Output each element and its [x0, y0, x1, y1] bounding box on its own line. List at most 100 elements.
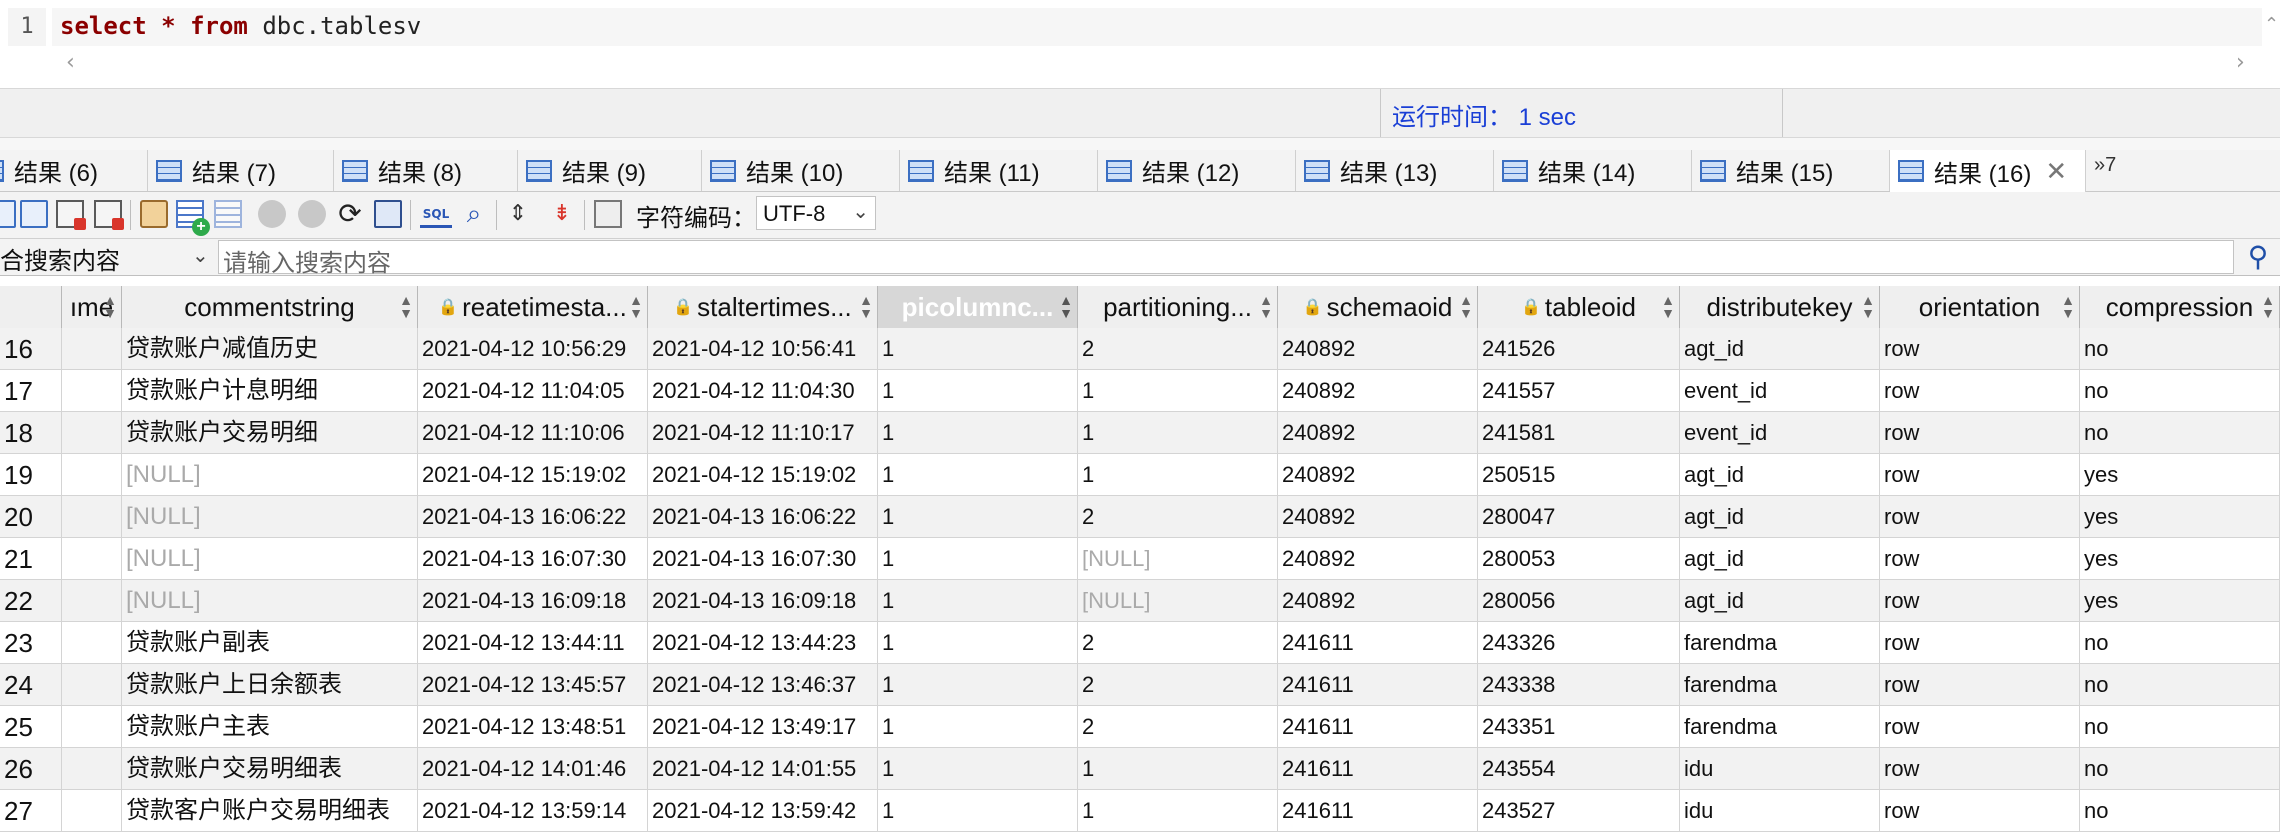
tab-result-7[interactable]: 结果 (7) — [148, 150, 334, 191]
cell-createtimestamp[interactable]: 2021-04-12 13:48:51 — [418, 706, 648, 748]
tab-result-9[interactable]: 结果 (9) — [518, 150, 702, 191]
cell-lastaltertimestamp[interactable]: 2021-04-12 10:56:41 — [648, 328, 878, 370]
screen-icon[interactable] — [374, 200, 402, 228]
tab-result-6[interactable]: 结果 (6) — [0, 150, 148, 191]
column-header-orientation[interactable]: orientation — [1880, 286, 2080, 328]
cell-compression[interactable]: no — [2080, 748, 2280, 790]
cell-lastaltertimestamp[interactable]: 2021-04-12 11:04:30 — [648, 370, 878, 412]
cell-orientation[interactable]: row — [1880, 580, 2080, 622]
cell-partitioning[interactable]: 2 — [1078, 706, 1278, 748]
cell-name[interactable] — [62, 370, 122, 412]
cell-tableoid[interactable]: 280047 — [1478, 496, 1680, 538]
cell-compression[interactable]: no — [2080, 706, 2280, 748]
sql-query[interactable]: select * from dbc.tablesv — [60, 12, 421, 40]
cell-picolumncount[interactable]: 1 — [878, 622, 1078, 664]
cell-commentstring[interactable]: [NULL] — [122, 538, 418, 580]
cell-tableoid[interactable]: 280053 — [1478, 538, 1680, 580]
cell-picolumncount[interactable]: 1 — [878, 496, 1078, 538]
cell-compression[interactable]: yes — [2080, 496, 2280, 538]
cell-distributekey[interactable]: idu — [1680, 748, 1880, 790]
cell-orientation[interactable]: row — [1880, 748, 2080, 790]
cell-distributekey[interactable]: agt_id — [1680, 538, 1880, 580]
table-row[interactable]: 17 贷款账户计息明细 2021-04-12 11:04:05 2021-04-12 … — [0, 370, 2280, 412]
sort-arrows-icon[interactable] — [859, 294, 873, 320]
result-grid[interactable]: ıme commentstring 🔒reatetimesta... 🔒stal… — [0, 286, 2280, 832]
cell-compression[interactable]: yes — [2080, 538, 2280, 580]
scroll-left-icon[interactable]: ‹ — [66, 50, 75, 75]
cell-partitioning[interactable]: 1 — [1078, 748, 1278, 790]
cell-name[interactable] — [62, 664, 122, 706]
cell-tableoid[interactable]: 241557 — [1478, 370, 1680, 412]
cell-distributekey[interactable]: farendma — [1680, 622, 1880, 664]
cell-distributekey[interactable]: agt_id — [1680, 328, 1880, 370]
cell-orientation[interactable]: row — [1880, 328, 2080, 370]
cell-commentstring[interactable]: 贷款账户计息明细 — [122, 370, 418, 412]
cell-createtimestamp[interactable]: 2021-04-13 16:06:22 — [418, 496, 648, 538]
cell-createtimestamp[interactable]: 2021-04-12 11:10:06 — [418, 412, 648, 454]
sort-arrows-icon[interactable] — [1861, 294, 1875, 320]
table-row[interactable]: 19 [NULL] 2021-04-12 15:19:02 2021-04-12 15… — [0, 454, 2280, 496]
table-row[interactable]: 23 贷款账户副表 2021-04-12 13:44:11 2021-04-12 13… — [0, 622, 2280, 664]
sort-icon[interactable]: ⇕ — [504, 200, 532, 228]
commit-icon[interactable] — [258, 200, 286, 228]
cell-compression[interactable]: yes — [2080, 580, 2280, 622]
cell-orientation[interactable]: row — [1880, 412, 2080, 454]
table-row[interactable]: 16 贷款账户减值历史 2021-04-12 10:56:29 2021-04-12 … — [0, 328, 2280, 370]
cell-picolumncount[interactable]: 1 — [878, 412, 1078, 454]
column-header-distributekey[interactable]: distributekey — [1680, 286, 1880, 328]
tab-result-8[interactable]: 结果 (8) — [334, 150, 518, 191]
cell-distributekey[interactable]: farendma — [1680, 664, 1880, 706]
cell-compression[interactable]: no — [2080, 790, 2280, 832]
cell-partitioning[interactable]: 2 — [1078, 496, 1278, 538]
tab-result-10[interactable]: 结果 (10) — [702, 150, 900, 191]
cell-distributekey[interactable]: event_id — [1680, 412, 1880, 454]
page-settings-icon[interactable] — [594, 200, 622, 228]
cell-distributekey[interactable]: idu — [1680, 790, 1880, 832]
cell-lastaltertimestamp[interactable]: 2021-04-12 11:10:17 — [648, 412, 878, 454]
column-header-compression[interactable]: compression — [2080, 286, 2280, 328]
table-row[interactable]: 20 [NULL] 2021-04-13 16:06:22 2021-04-13 16… — [0, 496, 2280, 538]
cell-partitioning[interactable]: 1 — [1078, 370, 1278, 412]
clear-sort-icon[interactable]: ⇟ — [548, 200, 576, 228]
column-header-tableoid[interactable]: 🔒 tableoid — [1478, 286, 1680, 328]
grid-view-icon[interactable] — [20, 200, 48, 228]
table-row[interactable]: 26 贷款账户交易明细表 2021-04-12 14:01:46 2021-04-12… — [0, 748, 2280, 790]
tab-result-16[interactable]: 结果 (16) ✕ — [1890, 150, 2086, 192]
cell-commentstring[interactable]: 贷款账户上日余额表 — [122, 664, 418, 706]
cell-schemaoid[interactable]: 240892 — [1278, 538, 1478, 580]
export-file-icon[interactable] — [94, 200, 124, 230]
cell-commentstring[interactable]: 贷款客户账户交易明细表 — [122, 790, 418, 832]
tab-overflow-button[interactable]: »7 — [2094, 154, 2116, 177]
delete-row-icon[interactable] — [214, 200, 242, 228]
cell-createtimestamp[interactable]: 2021-04-12 15:19:02 — [418, 454, 648, 496]
cell-schemaoid[interactable]: 241611 — [1278, 664, 1478, 706]
cell-schemaoid[interactable]: 240892 — [1278, 496, 1478, 538]
cell-partitioning[interactable]: [NULL] — [1078, 580, 1278, 622]
cell-commentstring[interactable]: 贷款账户交易明细 — [122, 412, 418, 454]
cell-commentstring[interactable]: [NULL] — [122, 496, 418, 538]
scroll-right-icon[interactable]: › — [2236, 50, 2245, 75]
refresh-icon[interactable]: ⟳ — [334, 200, 366, 228]
cell-name[interactable] — [62, 748, 122, 790]
table-row[interactable]: 27 贷款客户账户交易明细表 2021-04-12 13:59:14 2021-04-… — [0, 790, 2280, 832]
cell-partitioning[interactable]: 1 — [1078, 412, 1278, 454]
cell-orientation[interactable]: row — [1880, 454, 2080, 496]
search-input[interactable]: 请输入搜索内容 — [218, 240, 2234, 277]
tab-result-13[interactable]: 结果 (13) — [1296, 150, 1494, 191]
cell-name[interactable] — [62, 538, 122, 580]
cell-schemaoid[interactable]: 241611 — [1278, 790, 1478, 832]
sort-arrows-icon[interactable] — [1661, 294, 1675, 320]
sort-arrows-icon[interactable] — [1059, 294, 1073, 320]
sort-arrows-icon[interactable] — [103, 294, 117, 320]
cell-picolumncount[interactable]: 1 — [878, 706, 1078, 748]
table-row[interactable]: 22 [NULL] 2021-04-13 16:09:18 2021-04-13 16… — [0, 580, 2280, 622]
cell-picolumncount[interactable]: 1 — [878, 664, 1078, 706]
cell-picolumncount[interactable]: 1 — [878, 370, 1078, 412]
cell-schemaoid[interactable]: 241611 — [1278, 622, 1478, 664]
cell-orientation[interactable]: row — [1880, 496, 2080, 538]
cell-distributekey[interactable]: event_id — [1680, 370, 1880, 412]
cell-tableoid[interactable]: 243351 — [1478, 706, 1680, 748]
column-header-commentstring[interactable]: commentstring — [122, 286, 418, 328]
export-excel-icon[interactable] — [56, 200, 86, 230]
cell-name[interactable] — [62, 706, 122, 748]
